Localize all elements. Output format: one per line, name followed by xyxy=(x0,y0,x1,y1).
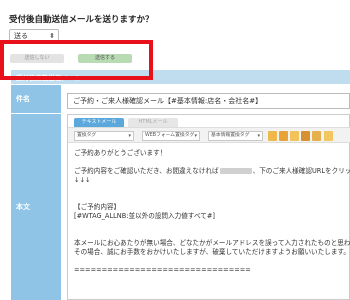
basic-info-tag-select[interactable]: 基本情報置換タグ ▾ xyxy=(208,131,263,141)
subject-label: 件名 xyxy=(11,85,61,113)
body-line: [#WTAG_ALLNB:並以外の設問入力値すべて#] xyxy=(74,212,215,220)
body-line: ↓↓↓ xyxy=(74,176,91,184)
body-line: ================================ xyxy=(74,266,251,274)
chevron-down-icon: ▾ xyxy=(128,133,131,139)
body-label: 本文 xyxy=(11,114,61,300)
table-icon[interactable] xyxy=(312,131,321,141)
basic-info-tag-select-label: 基本情報置換タグ xyxy=(211,133,250,138)
replace-tag-select[interactable]: 置換タグ ▾ xyxy=(74,131,134,141)
body-editor[interactable]: テキストメール HTMLメール 置換タグ ▾ WEBフォーム置換タグ ▾ 基本情… xyxy=(67,114,350,300)
send-on-button[interactable]: 送信する xyxy=(78,54,132,63)
chevron-down-icon: ▾ xyxy=(257,133,260,139)
chevron-down-icon: ⬍ xyxy=(49,32,55,40)
send-off-button[interactable]: 送信しない xyxy=(10,54,64,63)
chevron-down-icon: ▾ xyxy=(194,133,197,139)
document-icon[interactable] xyxy=(279,131,288,141)
webform-tag-select-label: WEBフォーム置換タグ xyxy=(145,133,195,138)
send-select[interactable]: 送る ⬍ xyxy=(9,29,59,43)
tab-text-mail[interactable]: テキストメール xyxy=(74,118,124,127)
copy-icon[interactable] xyxy=(290,131,299,141)
body-line: ご予約ありがとうございます！ xyxy=(74,149,167,157)
section-title: 受付後自動送信メール xyxy=(16,74,81,82)
body-line: ご予約内容をご確認いただき、お間違えなければ、下のご来人様確認URLをクリックし… xyxy=(74,167,350,175)
replace-tag-select-label: 置換タグ xyxy=(77,133,97,138)
webform-tag-select[interactable]: WEBフォーム置換タグ ▾ xyxy=(142,131,200,141)
insert-icon[interactable] xyxy=(268,131,277,141)
editor-toolbar: 置換タグ ▾ WEBフォーム置換タグ ▾ 基本情報置換タグ ▾ xyxy=(68,127,350,143)
redacted-text xyxy=(219,168,252,174)
mail-form: 件名 ご予約・ご来人様確認メール【#基本情報:店名・会社名#】 本文 テキストメ… xyxy=(11,85,350,300)
tab-html-mail[interactable]: HTMLメール xyxy=(128,118,178,127)
body-line: その場合、誠にお手数をおかけいたしますが、破棄していただけますようお願いいたしま… xyxy=(74,248,350,256)
send-select-value: 送る xyxy=(14,32,28,40)
editor-tabs: テキストメール HTMLメール xyxy=(68,115,350,127)
preview-icon[interactable] xyxy=(324,131,333,141)
subject-input[interactable]: ご予約・ご来人様確認メール【#基本情報:店名・会社名#】 xyxy=(67,93,350,109)
body-line: 【ご予約内容】 xyxy=(74,203,121,211)
body-line: 本メールにお心あたりが無い場合、どなたかがメールアドレスを誤って入力されたものと… xyxy=(74,239,350,247)
send-question: 受付後自動送信メールを送りますか？ xyxy=(9,15,154,25)
auto-mail-settings: 受付後自動送信メールを送りますか？ 送る ⬍ 送信しない 送信する 受付後自動送… xyxy=(0,0,350,300)
paste-icon[interactable] xyxy=(301,131,310,141)
body-textarea[interactable]: ご予約ありがとうございます！ ご予約内容をご確認いただき、お間違えなければ 、下の… xyxy=(74,149,350,300)
